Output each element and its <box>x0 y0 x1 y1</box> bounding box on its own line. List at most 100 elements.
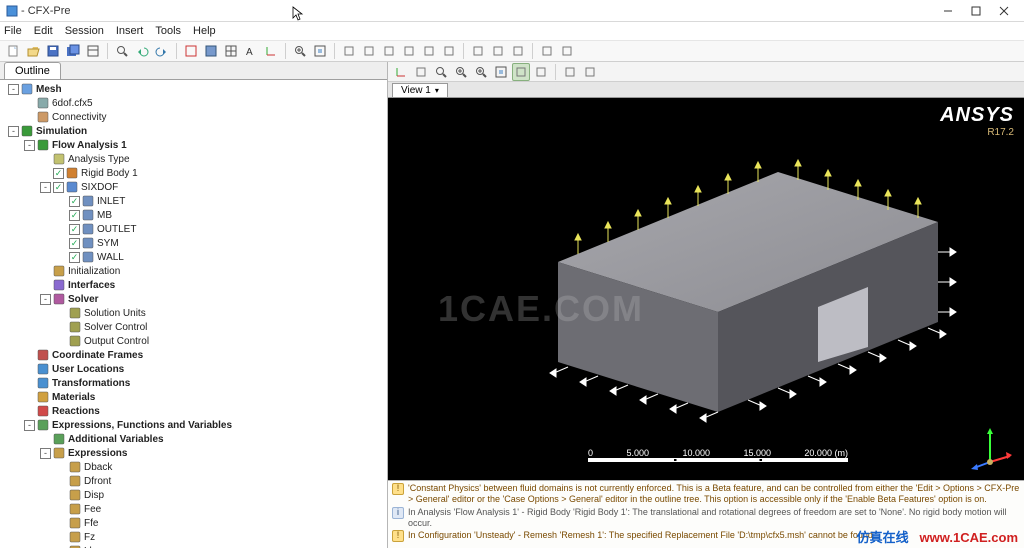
menu-help[interactable]: Help <box>193 25 216 37</box>
vp-fit-button[interactable] <box>492 63 510 81</box>
tree-item-solution-units[interactable]: Solution Units <box>2 306 387 320</box>
tb-wire-button[interactable] <box>182 42 200 60</box>
tb-r1-button[interactable] <box>340 42 358 60</box>
vp-zoom-box-button[interactable] <box>432 63 450 81</box>
vp-zoom-in-button[interactable] <box>452 63 470 81</box>
tree-item-wall[interactable]: WALL <box>2 250 387 264</box>
tb-r2-button[interactable] <box>360 42 378 60</box>
expand-toggle-icon[interactable]: - <box>24 420 35 431</box>
tb-p2-button[interactable] <box>489 42 507 60</box>
tree-item-sym[interactable]: SYM <box>2 236 387 250</box>
tree-item-outlet[interactable]: OUTLET <box>2 222 387 236</box>
expand-toggle-icon[interactable]: - <box>40 182 51 193</box>
vp-zoom-out-button[interactable] <box>472 63 490 81</box>
tb-r3-button[interactable] <box>380 42 398 60</box>
tree-item-mesh[interactable]: -Mesh <box>2 82 387 96</box>
tb-axis-button[interactable] <box>262 42 280 60</box>
tb-fit-button[interactable] <box>311 42 329 60</box>
tree-item-analysis-type[interactable]: Analysis Type <box>2 152 387 166</box>
menu-edit[interactable]: Edit <box>34 25 53 37</box>
tb-save-all-button[interactable] <box>64 42 82 60</box>
expand-toggle-icon[interactable]: - <box>40 294 51 305</box>
vp-rotate-button[interactable] <box>392 63 410 81</box>
tb-save-button[interactable] <box>44 42 62 60</box>
tb-undo-button[interactable] <box>133 42 151 60</box>
tree-item-simulation[interactable]: -Simulation <box>2 124 387 138</box>
menu-insert[interactable]: Insert <box>116 25 144 37</box>
tb-shade-button[interactable] <box>202 42 220 60</box>
tree-item-user-locations[interactable]: User Locations <box>2 362 387 376</box>
tree-item-dfront[interactable]: Dfront <box>2 474 387 488</box>
tree-item-ffe[interactable]: Ffe <box>2 516 387 530</box>
expand-toggle-icon[interactable]: - <box>8 84 19 95</box>
expand-toggle-icon[interactable]: - <box>40 448 51 459</box>
tb-redo-button[interactable] <box>153 42 171 60</box>
visibility-checkbox[interactable] <box>69 196 80 207</box>
view-tab-menu-icon[interactable]: ▾ <box>435 86 439 95</box>
tree-item-lb[interactable]: Lb <box>2 544 387 548</box>
tb-find-button[interactable] <box>113 42 131 60</box>
tree-item-6dof-cfx5[interactable]: 6dof.cfx5 <box>2 96 387 110</box>
visibility-checkbox[interactable] <box>69 238 80 249</box>
tree-item-flow-analysis-1[interactable]: -Flow Analysis 1 <box>2 138 387 152</box>
tree-item-dback[interactable]: Dback <box>2 460 387 474</box>
tree-item-reactions[interactable]: Reactions <box>2 404 387 418</box>
maximize-button[interactable] <box>962 3 990 19</box>
tree-item-additional-variables[interactable]: Additional Variables <box>2 432 387 446</box>
tree-item-interfaces[interactable]: Interfaces <box>2 278 387 292</box>
tree-item-expressions-functions-and-variables[interactable]: -Expressions, Functions and Variables <box>2 418 387 432</box>
tree-item-fee[interactable]: Fee <box>2 502 387 516</box>
tb-new-button[interactable] <box>4 42 22 60</box>
message-row[interactable]: !'Constant Physics' between fluid domain… <box>392 483 1020 506</box>
tree-item-output-control[interactable]: Output Control <box>2 334 387 348</box>
menu-session[interactable]: Session <box>65 25 104 37</box>
tree-item-expressions[interactable]: -Expressions <box>2 446 387 460</box>
tb-r6-button[interactable] <box>440 42 458 60</box>
tb-zoom-button[interactable] <box>291 42 309 60</box>
vp-pan-button[interactable] <box>412 63 430 81</box>
tb-labels-button[interactable]: A <box>242 42 260 60</box>
tb-p1-button[interactable] <box>469 42 487 60</box>
tree-item-mb[interactable]: MB <box>2 208 387 222</box>
tree-item-rigid-body-1[interactable]: Rigid Body 1 <box>2 166 387 180</box>
close-button[interactable] <box>990 3 1018 19</box>
tree-item-fz[interactable]: Fz <box>2 530 387 544</box>
view-tab-1[interactable]: View 1 ▾ <box>392 83 448 97</box>
tb-p3-button[interactable] <box>509 42 527 60</box>
tb-r5-button[interactable] <box>420 42 438 60</box>
tree-item-coordinate-frames[interactable]: Coordinate Frames <box>2 348 387 362</box>
outline-tab[interactable]: Outline <box>4 62 61 79</box>
visibility-checkbox[interactable] <box>69 210 80 221</box>
tree-item-solver[interactable]: -Solver <box>2 292 387 306</box>
vp-reset-button[interactable] <box>532 63 550 81</box>
orientation-triad-icon[interactable] <box>966 422 1014 470</box>
tb-d2-button[interactable] <box>558 42 576 60</box>
menu-file[interactable]: File <box>4 25 22 37</box>
vp-more-button[interactable] <box>561 63 579 81</box>
menu-tools[interactable]: Tools <box>155 25 181 37</box>
expand-toggle-icon[interactable]: - <box>24 140 35 151</box>
tb-d1-button[interactable] <box>538 42 556 60</box>
tb-outline-button[interactable] <box>84 42 102 60</box>
tree-item-solver-control[interactable]: Solver Control <box>2 320 387 334</box>
tree-item-materials[interactable]: Materials <box>2 390 387 404</box>
tree-item-sixdof[interactable]: -SIXDOF <box>2 180 387 194</box>
visibility-checkbox[interactable] <box>69 252 80 263</box>
tree-item-disp[interactable]: Disp <box>2 488 387 502</box>
tb-mesh-disp-button[interactable] <box>222 42 240 60</box>
tree-item-transformations[interactable]: Transformations <box>2 376 387 390</box>
tree-item-connectivity[interactable]: Connectivity <box>2 110 387 124</box>
visibility-checkbox[interactable] <box>53 182 64 193</box>
message-row[interactable]: iIn Analysis 'Flow Analysis 1' - Rigid B… <box>392 507 1020 530</box>
vp-dd-button[interactable] <box>581 63 599 81</box>
minimize-button[interactable] <box>934 3 962 19</box>
vp-sel-box-button[interactable] <box>512 63 530 81</box>
tb-open-button[interactable] <box>24 42 42 60</box>
3d-viewport[interactable]: 1CAE.COM ANSYS R17.2 05.00010.00015.0002… <box>388 98 1024 480</box>
visibility-checkbox[interactable] <box>53 168 64 179</box>
tree-item-initialization[interactable]: Initialization <box>2 264 387 278</box>
visibility-checkbox[interactable] <box>69 224 80 235</box>
tree-item-inlet[interactable]: INLET <box>2 194 387 208</box>
tb-r4-button[interactable] <box>400 42 418 60</box>
expand-toggle-icon[interactable]: - <box>8 126 19 137</box>
